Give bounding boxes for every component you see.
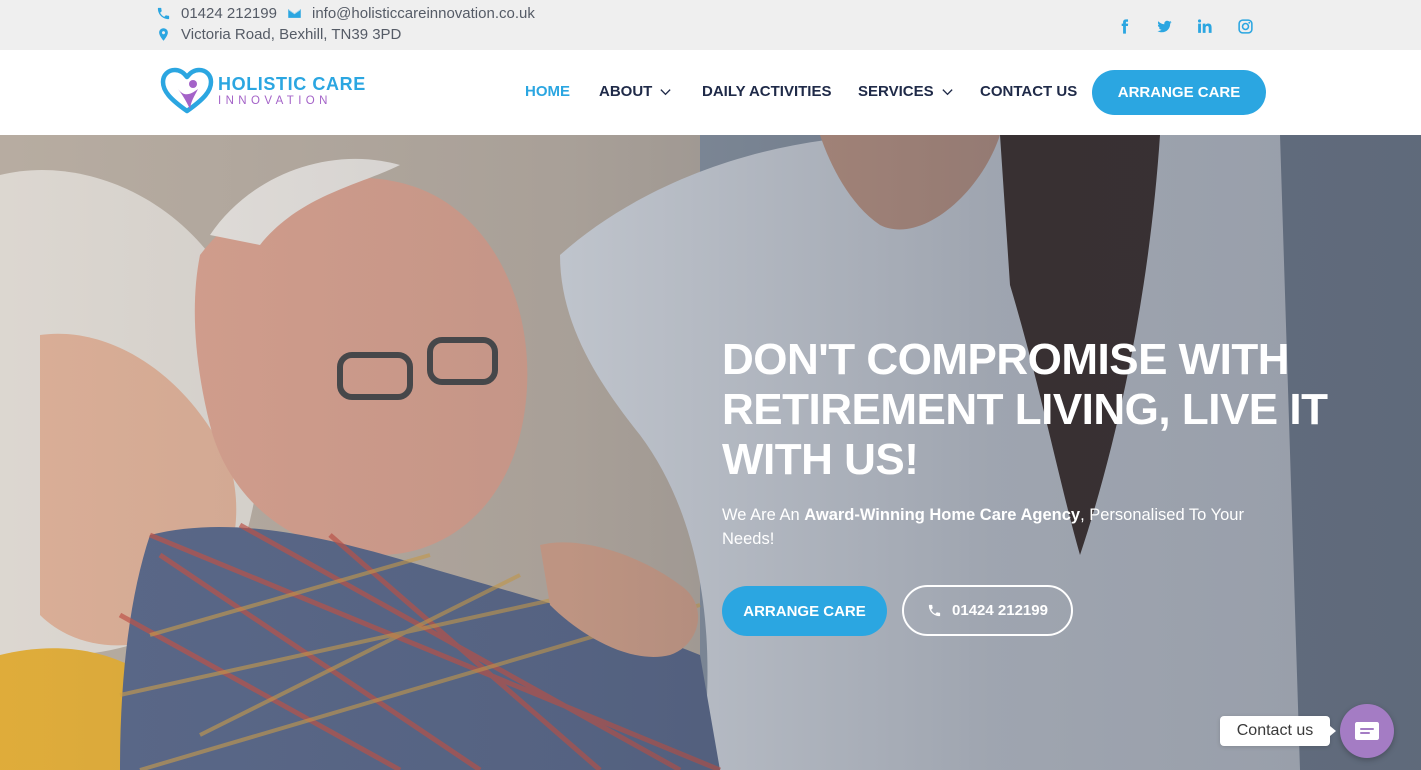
heart-logo-icon (160, 67, 214, 114)
nav-daily-activities[interactable]: DAILY ACTIVITIES (702, 83, 831, 100)
hero-title: DON'T COMPROMISE WITH RETIREMENT LIVING,… (722, 335, 1328, 484)
hero-section: DON'T COMPROMISE WITH RETIREMENT LIVING,… (0, 135, 1421, 770)
chevron-down-icon (941, 89, 953, 96)
topbar-address-text: Victoria Road, Bexhill, TN39 3PD (181, 26, 402, 43)
arrange-care-header-button[interactable]: ARRANGE CARE (1092, 70, 1266, 115)
topbar-phone[interactable]: 01424 212199 (156, 5, 277, 22)
nav-about[interactable]: ABOUT (599, 83, 672, 100)
topbar-address: Victoria Road, Bexhill, TN39 3PD (156, 26, 401, 43)
nav-home-label: HOME (525, 83, 570, 100)
nav-contact-us[interactable]: CONTACT US (980, 83, 1077, 100)
topbar-email[interactable]: info@holisticcareinnovation.co.uk (287, 5, 535, 22)
twitter-icon[interactable] (1153, 15, 1175, 37)
nav-home[interactable]: HOME (525, 83, 570, 100)
arrange-care-hero-button[interactable]: ARRANGE CARE (722, 586, 887, 636)
contact-chat-button[interactable] (1340, 704, 1394, 758)
instagram-icon[interactable] (1234, 15, 1256, 37)
hero-subtitle: We Are An Award-Winning Home Care Agency… (722, 503, 1262, 551)
nav-services[interactable]: SERVICES (858, 83, 954, 100)
main-header: HOLISTIC CARE INNOVATION HOME ABOUT DAIL… (0, 50, 1421, 135)
hero-sub-pre: We Are An (722, 506, 805, 524)
nav-about-label: ABOUT (599, 83, 653, 100)
top-bar: 01424 212199 info@holisticcareinnovation… (0, 0, 1421, 50)
envelope-icon (288, 9, 301, 18)
chevron-down-icon (660, 89, 671, 96)
facebook-icon[interactable] (1113, 15, 1135, 37)
contact-us-tooltip[interactable]: Contact us (1220, 716, 1336, 746)
logo-title: HOLISTIC CARE (218, 74, 366, 94)
call-phone-button[interactable]: 01424 212199 (902, 585, 1073, 636)
nav-contact-label: CONTACT US (980, 83, 1078, 100)
nav-services-label: SERVICES (858, 83, 934, 100)
topbar-phone-text: 01424 212199 (181, 5, 277, 22)
topbar-email-text: info@holisticcareinnovation.co.uk (312, 5, 535, 22)
logo-subtitle: INNOVATION (218, 95, 332, 107)
linkedin-icon[interactable] (1193, 15, 1215, 37)
phone-icon (928, 604, 941, 617)
map-pin-icon (159, 28, 168, 41)
site-logo[interactable]: HOLISTIC CARE INNOVATION (160, 67, 366, 115)
hero-sub-bold: Award-Winning Home Care Agency (804, 506, 1081, 524)
phone-icon (157, 7, 170, 20)
nav-daily-label: DAILY ACTIVITIES (702, 83, 832, 100)
call-phone-label: 01424 212199 (952, 602, 1048, 619)
chat-icon (1355, 722, 1379, 740)
